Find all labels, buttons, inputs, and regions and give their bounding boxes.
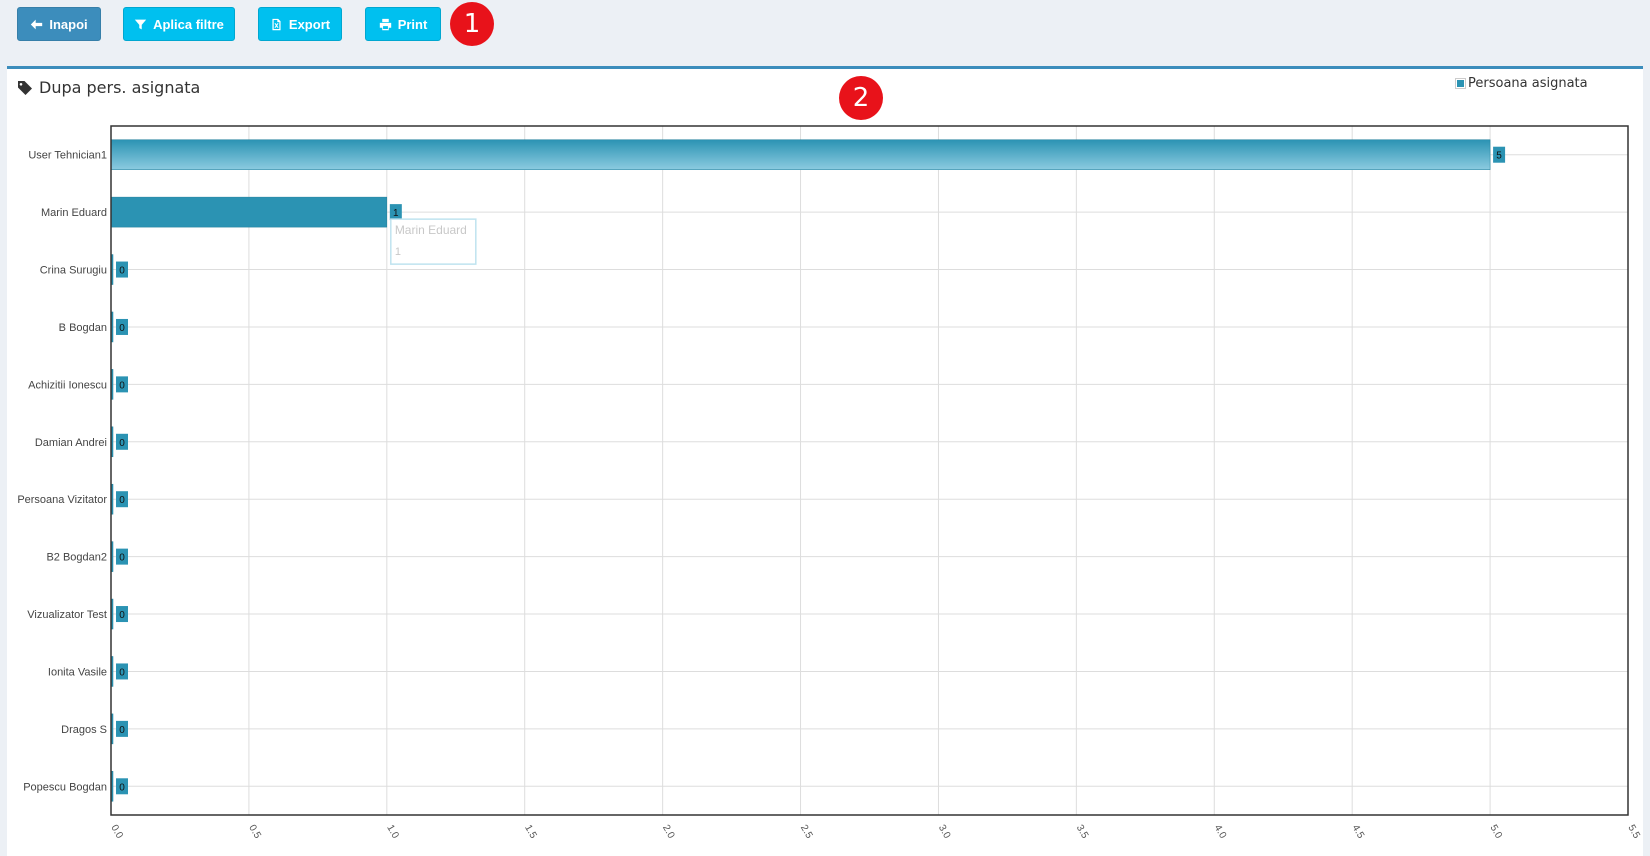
data-label: 0	[119, 323, 125, 334]
data-label: 0	[119, 266, 125, 277]
y-category-label: Persoana Vizitator	[17, 494, 107, 506]
y-category-label: Ionita Vasile	[48, 666, 107, 678]
x-tick-label: 3.5	[1074, 823, 1091, 841]
x-tick-label: 5.0	[1487, 823, 1504, 841]
y-category-label: B Bogdan	[59, 322, 107, 334]
y-category-label: Popescu Bogdan	[23, 781, 107, 793]
x-tick-label: 2.0	[660, 823, 677, 841]
x-tick-label: 0.5	[246, 823, 263, 841]
y-category-label: Damian Andrei	[35, 437, 107, 449]
y-category-label: Crina Surugiu	[40, 265, 107, 277]
data-label: 0	[119, 667, 125, 678]
data-label: 5	[1496, 151, 1502, 162]
data-label: 0	[119, 610, 125, 621]
y-category-label: Dragos S	[61, 724, 107, 736]
y-category-label: Vizualizator Test	[27, 609, 107, 621]
data-label: 0	[119, 380, 125, 391]
tooltip-value: 1	[395, 246, 401, 258]
y-category-label: Achizitii Ionescu	[28, 379, 107, 391]
tooltip-label: Marin Eduard	[395, 223, 467, 237]
x-tick-label: 1.5	[522, 823, 539, 841]
data-label: 0	[119, 495, 125, 506]
x-tick-label: 5.5	[1625, 823, 1642, 841]
data-label: 0	[119, 725, 125, 736]
x-tick-label: 1.0	[384, 823, 401, 841]
plot-frame	[110, 125, 1629, 816]
bar-chart: 0.0 0.5 1.0 1.5 2.0 2.5 3.0 3.5 4.0 4.5 5.0 5.5 User…	[17, 125, 1642, 841]
data-label: 0	[119, 553, 125, 564]
bar	[110, 196, 388, 228]
data-label: 0	[119, 782, 125, 793]
x-tick-label: 4.0	[1212, 823, 1229, 841]
y-category-label: Marin Eduard	[41, 207, 107, 219]
x-tick-label: 4.5	[1350, 823, 1367, 841]
x-tick-label: 3.0	[936, 823, 953, 841]
bar	[110, 139, 1491, 170]
x-tick-label: 0.0	[108, 823, 125, 841]
data-label: 0	[119, 438, 125, 449]
y-category-label: User Tehnician1	[28, 150, 107, 162]
data-label: 1	[393, 208, 399, 219]
x-tick-label: 2.5	[798, 823, 815, 841]
y-category-label: B2 Bogdan2	[46, 552, 107, 564]
